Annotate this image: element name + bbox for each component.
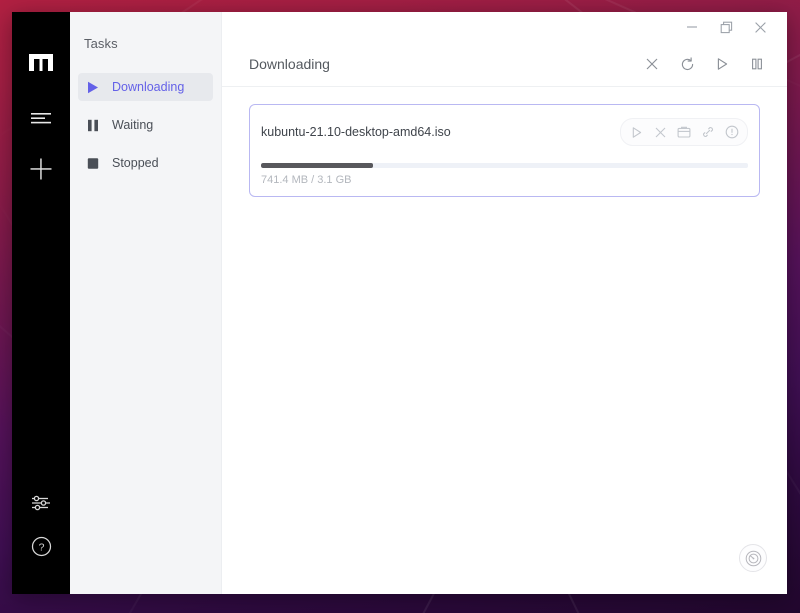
minimize-icon[interactable] [675, 14, 709, 40]
task-action-group [620, 118, 748, 146]
maximize-icon[interactable] [709, 14, 743, 40]
motrix-window: ? Tasks Downloading Waiting Stopped Down… [12, 12, 787, 594]
task-filename: kubuntu-21.10-desktop-amd64.iso [261, 125, 451, 139]
stop-icon [84, 157, 102, 170]
toolbar-refresh-button[interactable] [673, 50, 701, 78]
task-progress-bar [261, 163, 748, 168]
task-open-folder-button[interactable] [672, 121, 696, 143]
sidebar-item-label: Stopped [112, 156, 159, 170]
svg-text:?: ? [38, 541, 44, 553]
sidebar-item-label: Waiting [112, 118, 154, 132]
sidebar-item-waiting[interactable]: Waiting [78, 111, 213, 139]
tasks-sidebar-title: Tasks [84, 36, 118, 51]
close-icon[interactable] [743, 14, 777, 40]
speedometer-icon[interactable] [739, 544, 767, 572]
titlebar [222, 12, 787, 42]
task-delete-button[interactable] [648, 121, 672, 143]
app-rail: ? [12, 12, 70, 594]
motrix-logo-icon[interactable] [24, 45, 58, 79]
task-copy-link-button[interactable] [696, 121, 720, 143]
plus-icon[interactable] [24, 152, 58, 186]
toolbar: Downloading [222, 42, 787, 87]
page-title: Downloading [249, 56, 330, 72]
play-icon [84, 81, 102, 94]
help-icon[interactable]: ? [24, 529, 58, 563]
main-content: Downloading kubuntu-21.10-desktop-amd64.… [222, 12, 787, 594]
task-card[interactable]: kubuntu-21.10-desktop-amd64.iso 741.4 MB… [249, 104, 760, 197]
task-status-text: 741.4 MB / 3.1 GB [261, 174, 352, 186]
tasks-sidebar: Tasks Downloading Waiting Stopped [70, 12, 222, 594]
sidebar-item-stopped[interactable]: Stopped [78, 149, 213, 177]
toolbar-pause-all-button[interactable] [743, 50, 771, 78]
toolbar-resume-all-button[interactable] [708, 50, 736, 78]
toolbar-delete-button[interactable] [638, 50, 666, 78]
preferences-icon[interactable] [24, 486, 58, 520]
task-progress-fill [261, 163, 373, 168]
task-list: kubuntu-21.10-desktop-amd64.iso 741.4 MB… [222, 87, 787, 197]
sidebar-item-downloading[interactable]: Downloading [78, 73, 213, 101]
task-resume-button[interactable] [624, 121, 648, 143]
task-card-header: kubuntu-21.10-desktop-amd64.iso [261, 118, 748, 146]
task-info-button[interactable] [720, 121, 744, 143]
pause-icon [84, 119, 102, 132]
rail-bottom-group: ? [12, 486, 70, 572]
menu-icon[interactable] [24, 101, 58, 135]
sidebar-item-label: Downloading [112, 80, 185, 94]
